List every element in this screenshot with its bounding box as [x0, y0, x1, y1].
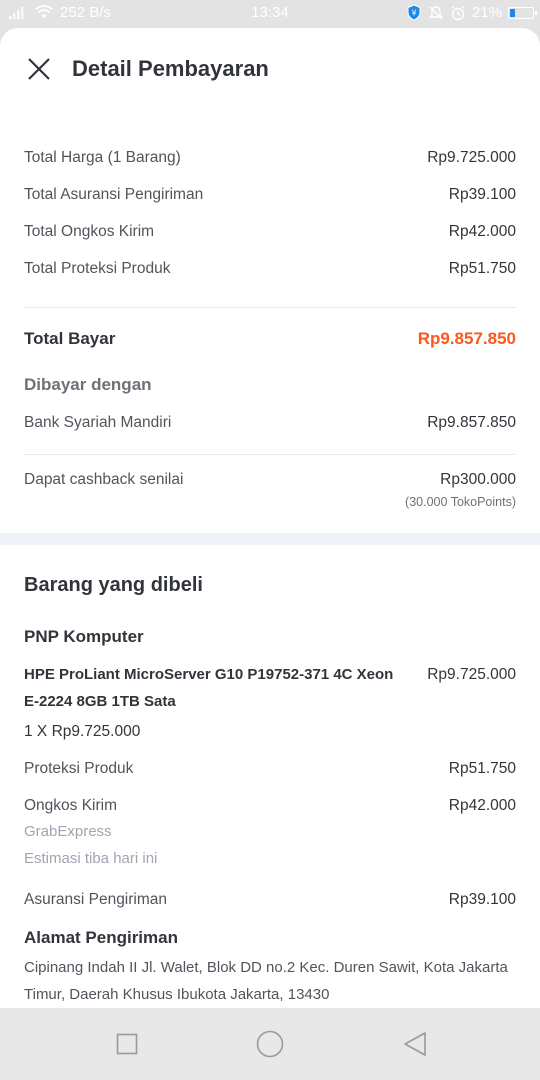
- shipping-row: Ongkos Kirim Rp42.000: [24, 797, 516, 815]
- shop-name: PNP Komputer: [24, 627, 144, 646]
- divider: [24, 307, 516, 308]
- summary-row-total-price: Total Harga (1 Barang) Rp9.725.000: [24, 149, 516, 167]
- summary-label: Total Ongkos Kirim: [24, 223, 155, 240]
- summary-row-protection: Total Proteksi Produk Rp51.750: [24, 260, 516, 278]
- product-quantity: 1 X Rp9.725.000: [24, 723, 141, 740]
- insurance-row: Asuransi Pengiriman Rp39.100: [24, 891, 516, 909]
- back-button[interactable]: [395, 1028, 435, 1060]
- summary-label: Total Proteksi Produk: [24, 260, 171, 277]
- summary-value: Rp42.000: [448, 223, 516, 240]
- insurance-label: Asuransi Pengiriman: [24, 891, 168, 908]
- home-button[interactable]: [250, 1028, 290, 1060]
- cashback-row: Dapat cashback senilai Rp300.000: [24, 471, 516, 489]
- payment-method-value: Rp9.857.850: [427, 414, 516, 431]
- summary-label: Total Harga (1 Barang): [24, 149, 181, 166]
- close-button[interactable]: [22, 52, 56, 86]
- battery-icon: [508, 6, 537, 19]
- payment-method-label: Bank Syariah Mandiri: [24, 414, 172, 431]
- shipping-value: Rp42.000: [448, 797, 516, 814]
- protection-label: Proteksi Produk: [24, 760, 134, 777]
- summary-row-shipping: Total Ongkos Kirim Rp42.000: [24, 223, 516, 241]
- status-right: ¥ 21%: [406, 4, 537, 21]
- sheet-header: Detail Pembayaran: [0, 28, 540, 112]
- address-text: Cipinang Indah II Jl. Walet, Blok DD no.…: [24, 959, 508, 1003]
- cashback-points: (30.000 TokoPoints): [405, 495, 516, 509]
- square-icon: [116, 1033, 138, 1055]
- summary-row-insurance: Total Asuransi Pengiriman Rp39.100: [24, 186, 516, 204]
- cashback-value: Rp300.000: [440, 471, 516, 488]
- summary-value: Rp9.725.000: [427, 149, 516, 166]
- product-price: Rp9.725.000: [427, 666, 516, 683]
- delivery-estimate: Estimasi tiba hari ini: [24, 850, 158, 867]
- product-name: HPE ProLiant MicroServer G10 P19752-371 …: [24, 666, 394, 710]
- circle-icon: [256, 1030, 284, 1058]
- purchased-items-title: Barang yang dibeli: [24, 574, 203, 596]
- close-icon: [28, 58, 50, 80]
- payment-method-row: Bank Syariah Mandiri Rp9.857.850: [24, 414, 516, 432]
- svg-text:¥: ¥: [411, 9, 416, 18]
- divider: [24, 454, 516, 455]
- courier-name: GrabExpress: [24, 823, 112, 840]
- cashback-label: Dapat cashback senilai: [24, 471, 184, 488]
- summary-value: Rp39.100: [448, 186, 516, 203]
- protection-row: Proteksi Produk Rp51.750: [24, 760, 516, 778]
- recent-apps-button[interactable]: [107, 1028, 147, 1060]
- paid-with-title: Dibayar dengan: [24, 375, 152, 394]
- total-pay-label: Total Bayar: [24, 329, 116, 348]
- total-pay-value: Rp9.857.850: [417, 329, 516, 348]
- status-bar: 252 B/s 13:34 ¥ 21%: [0, 0, 540, 28]
- battery-percent: 21%: [471, 4, 502, 21]
- protection-value: Rp51.750: [448, 760, 516, 777]
- section-divider: [0, 533, 540, 545]
- summary-label: Total Asuransi Pengiriman: [24, 186, 204, 203]
- shield-icon: ¥: [407, 4, 421, 21]
- bell-muted-icon: [429, 5, 443, 19]
- alarm-icon: [451, 5, 465, 20]
- navigation-bar: [0, 1008, 540, 1080]
- page-title: Detail Pembayaran: [72, 56, 269, 81]
- summary-value: Rp51.750: [448, 260, 516, 277]
- payment-detail-sheet: Detail Pembayaran Total Harga (1 Barang)…: [0, 28, 540, 1008]
- shipping-label: Ongkos Kirim: [24, 797, 118, 814]
- address-title: Alamat Pengiriman: [24, 928, 178, 947]
- insurance-value: Rp39.100: [448, 891, 516, 908]
- total-pay-row: Total Bayar Rp9.857.850: [24, 329, 516, 349]
- triangle-back-icon: [404, 1032, 426, 1056]
